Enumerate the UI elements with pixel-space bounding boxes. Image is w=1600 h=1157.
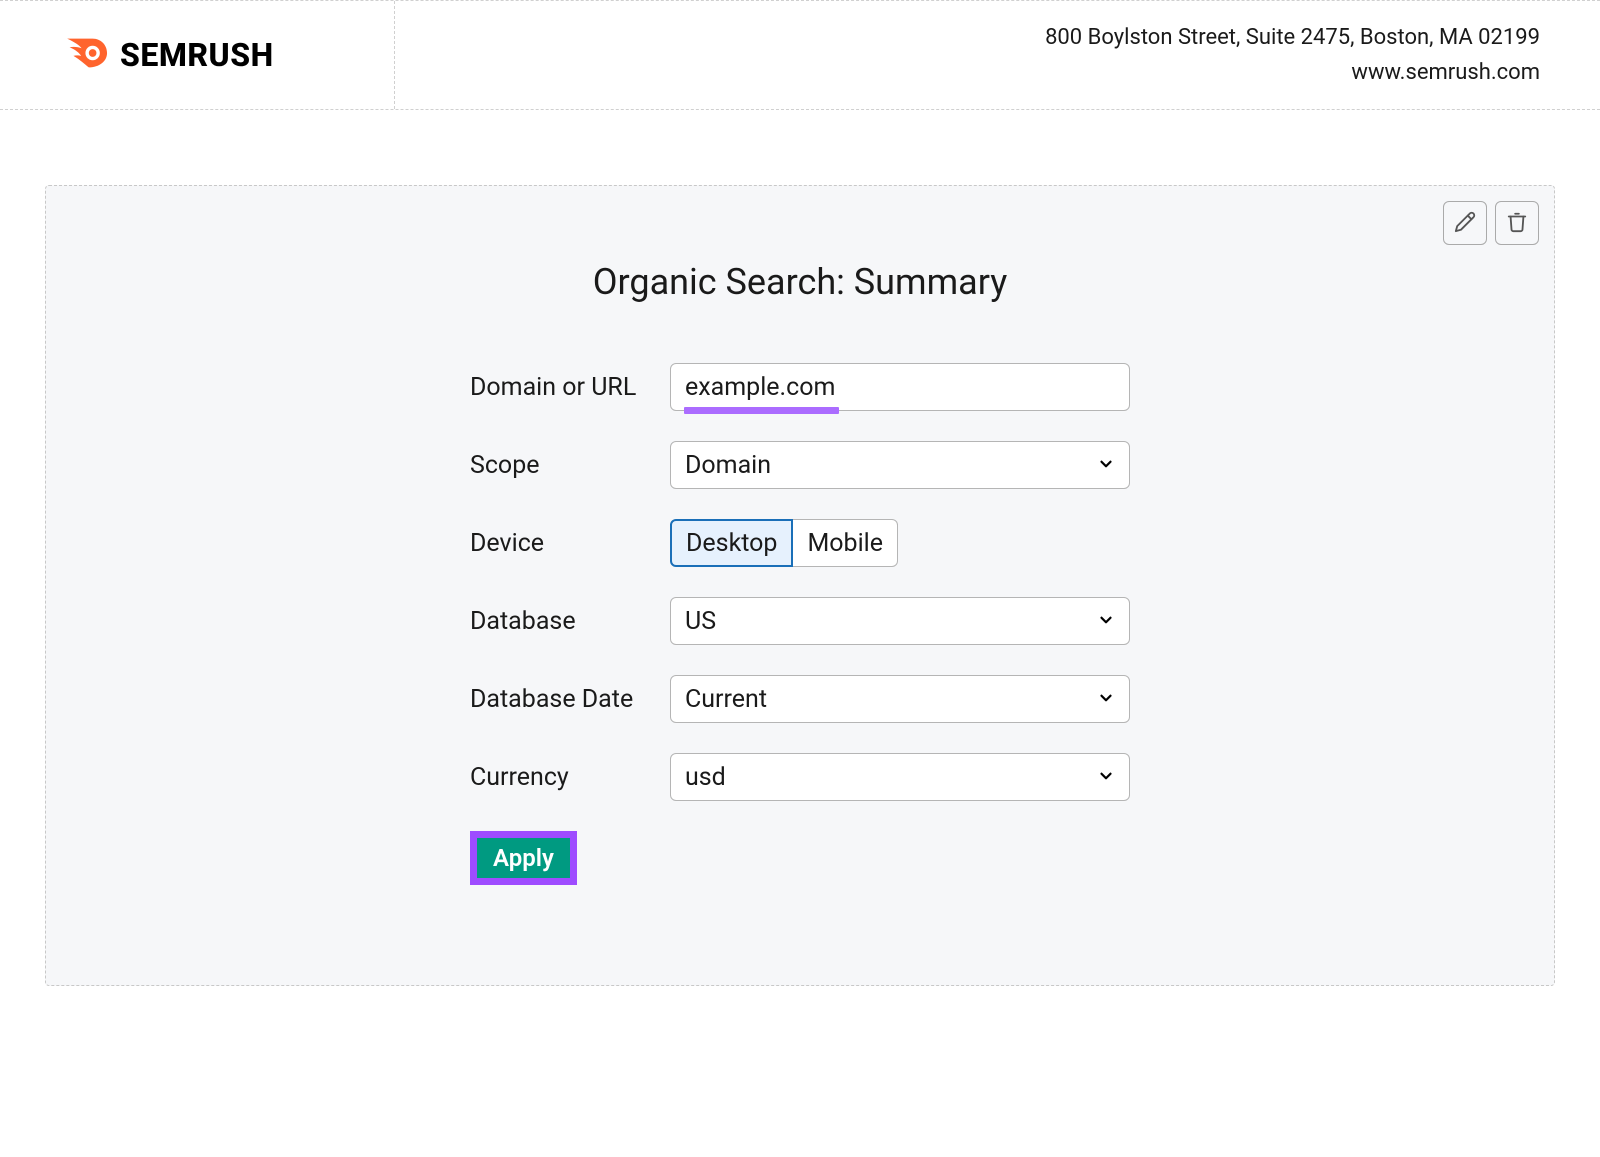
- database-select[interactable]: US: [670, 597, 1130, 645]
- domain-label: Domain or URL: [470, 373, 670, 402]
- semrush-fireball-icon: [60, 29, 108, 81]
- device-mobile-button[interactable]: Mobile: [793, 519, 898, 567]
- chevron-down-icon: [1097, 607, 1115, 636]
- brand-text: SEMRUSH: [120, 36, 274, 74]
- currency-select[interactable]: usd: [670, 753, 1130, 801]
- main-content: Organic Search: Summary Domain or URL Sc…: [0, 110, 1600, 986]
- scope-label: Scope: [470, 451, 670, 480]
- currency-value: usd: [685, 763, 726, 792]
- database-date-select[interactable]: Current: [670, 675, 1130, 723]
- row-database: Database US: [470, 597, 1130, 645]
- scope-select[interactable]: Domain: [670, 441, 1130, 489]
- database-date-label: Database Date: [470, 685, 670, 714]
- chevron-down-icon: [1097, 451, 1115, 480]
- card-actions: [1443, 201, 1539, 245]
- pencil-icon: [1454, 211, 1476, 236]
- header-left: SEMRUSH: [0, 1, 395, 109]
- database-value: US: [685, 607, 716, 636]
- currency-label: Currency: [470, 763, 670, 792]
- company-address: 800 Boylston Street, Suite 2475, Boston,…: [395, 25, 1540, 50]
- row-scope: Scope Domain: [470, 441, 1130, 489]
- chevron-down-icon: [1097, 685, 1115, 714]
- widget-card: Organic Search: Summary Domain or URL Sc…: [45, 185, 1555, 986]
- device-desktop-button[interactable]: Desktop: [670, 519, 793, 567]
- scope-value: Domain: [685, 451, 771, 480]
- header-right: 800 Boylston Street, Suite 2475, Boston,…: [395, 25, 1600, 85]
- company-website: www.semrush.com: [395, 60, 1540, 85]
- domain-highlight: [684, 407, 839, 414]
- database-date-value: Current: [685, 685, 767, 714]
- row-device: Device Desktop Mobile: [470, 519, 1130, 567]
- apply-highlight-border: Apply: [470, 831, 577, 885]
- device-label: Device: [470, 529, 670, 558]
- page-header: SEMRUSH 800 Boylston Street, Suite 2475,…: [0, 0, 1600, 110]
- apply-button[interactable]: Apply: [477, 838, 570, 878]
- trash-icon: [1506, 211, 1528, 236]
- delete-button[interactable]: [1495, 201, 1539, 245]
- row-domain: Domain or URL: [470, 363, 1130, 411]
- domain-input[interactable]: [670, 363, 1130, 411]
- chevron-down-icon: [1097, 763, 1115, 792]
- device-toggle-group: Desktop Mobile: [670, 519, 1130, 567]
- database-label: Database: [470, 607, 670, 636]
- row-currency: Currency usd: [470, 753, 1130, 801]
- row-database-date: Database Date Current: [470, 675, 1130, 723]
- settings-form: Domain or URL Scope Domain: [470, 363, 1130, 885]
- brand-logo: SEMRUSH: [60, 29, 274, 81]
- edit-button[interactable]: [1443, 201, 1487, 245]
- card-title: Organic Search: Summary: [71, 261, 1529, 303]
